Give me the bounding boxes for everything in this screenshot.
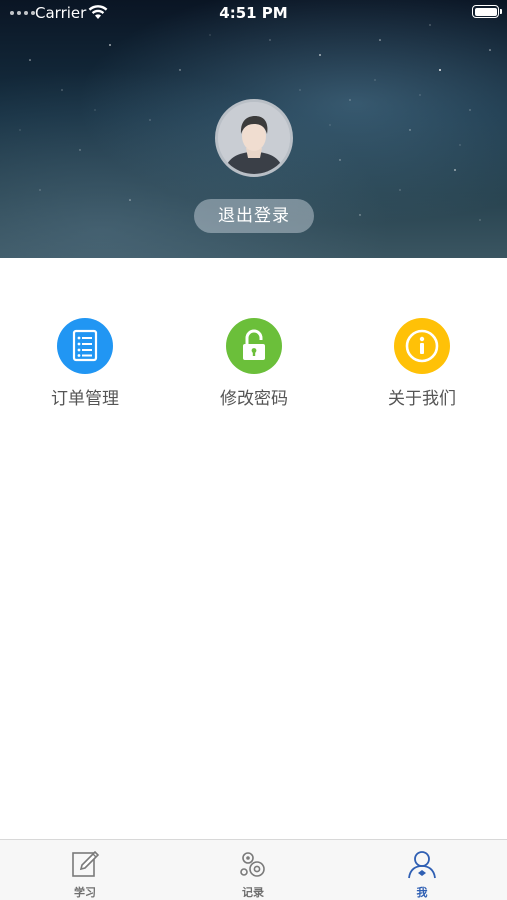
person-icon (408, 851, 436, 879)
edit-icon (72, 850, 100, 877)
clock-label: 4:51 PM (219, 4, 288, 22)
gears-icon (240, 852, 265, 877)
tab-label: 学习 (74, 886, 96, 899)
profile-header: Carrier 4:51 PM 退出登录 (0, 0, 507, 258)
unlock-icon (226, 318, 282, 374)
menu-item-about[interactable]: 关于我们 (352, 318, 492, 409)
tab-label: 记录 (242, 886, 264, 899)
battery-icon (472, 5, 502, 18)
menu-item-label: 关于我们 (388, 389, 456, 409)
menu-item-label: 订单管理 (51, 389, 119, 409)
avatar-silhouette (218, 102, 290, 174)
status-bar: Carrier 4:51 PM (0, 0, 507, 26)
info-icon (394, 318, 450, 374)
logout-button[interactable]: 退出登录 (194, 199, 314, 233)
tab-bar: 学习 记录 我 (0, 839, 507, 900)
user-avatar-icon[interactable] (215, 99, 293, 177)
tab-records[interactable]: 记录 (203, 848, 303, 900)
menu-item-orders[interactable]: 订单管理 (15, 318, 155, 409)
tab-study[interactable]: 学习 (35, 848, 135, 900)
menu-item-change-password[interactable]: 修改密码 (184, 318, 324, 409)
list-icon (57, 318, 113, 374)
tab-me[interactable]: 我 (372, 848, 472, 900)
menu-item-label: 修改密码 (220, 389, 288, 409)
tab-label: 我 (416, 886, 428, 899)
